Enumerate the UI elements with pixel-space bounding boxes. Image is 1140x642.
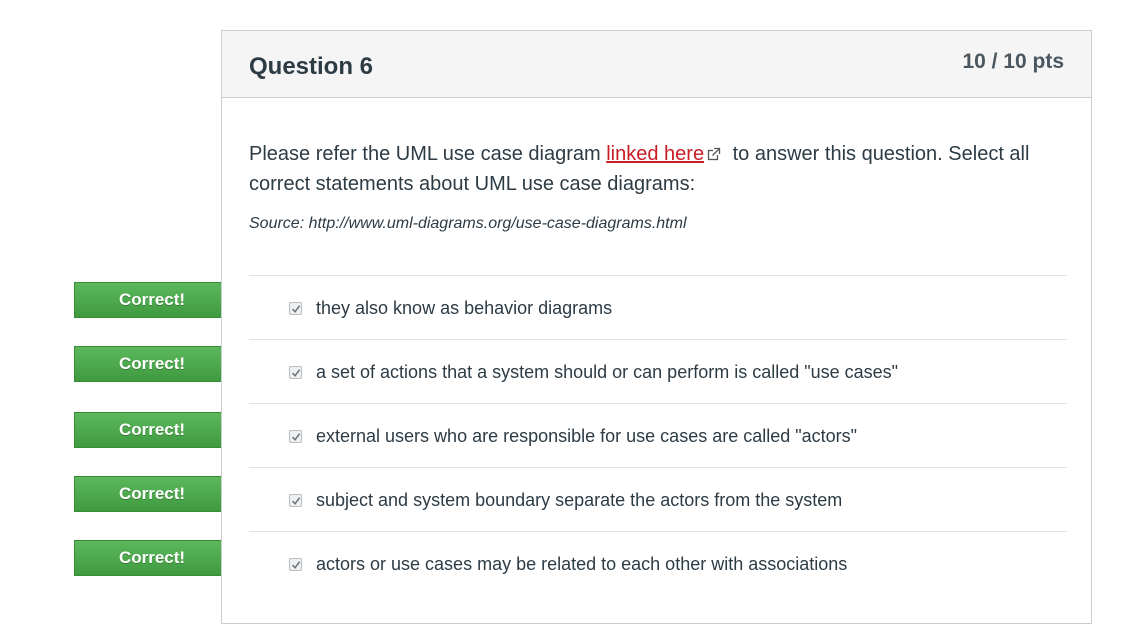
correct-answer-flag: Correct! <box>74 476 242 512</box>
correct-answer-flag: Correct! <box>74 540 242 576</box>
question-body: Please refer the UML use case diagram li… <box>249 139 1067 233</box>
answer-checkbox[interactable] <box>289 302 302 315</box>
question-source: Source: http://www.uml-diagrams.org/use-… <box>249 215 687 232</box>
answer-checkbox[interactable] <box>289 558 302 571</box>
question-card: Question 6 10 / 10 pts Please refer the … <box>221 30 1092 624</box>
correct-flag-label: Correct! <box>118 484 186 503</box>
correct-flag-label: Correct! <box>118 290 186 309</box>
answer-option: subject and system boundary separate the… <box>249 468 1067 532</box>
answer-list: they also know as behavior diagrams a se… <box>249 275 1067 596</box>
answer-checkbox[interactable] <box>289 494 302 507</box>
question-text: Please refer the UML use case diagram li… <box>249 139 1067 199</box>
answer-checkbox[interactable] <box>289 366 302 379</box>
answer-text: subject and system boundary separate the… <box>316 490 843 510</box>
checkmark-icon <box>291 497 301 505</box>
correct-flag-label: Correct! <box>118 548 186 567</box>
answer-option: a set of actions that a system should or… <box>249 340 1067 404</box>
answer-text: external users who are responsible for u… <box>316 426 858 446</box>
checkmark-icon <box>291 369 301 377</box>
correct-answer-flag: Correct! <box>74 282 242 318</box>
correct-flag-label: Correct! <box>118 354 186 373</box>
diagram-link[interactable]: linked here <box>606 143 704 165</box>
question-text-before-link: Please refer the UML use case diagram <box>249 143 607 165</box>
checkmark-icon <box>291 433 301 441</box>
correct-flag-label: Correct! <box>118 420 186 439</box>
question-title: Question 6 <box>249 53 374 80</box>
answer-option: external users who are responsible for u… <box>249 404 1067 468</box>
answer-checkbox[interactable] <box>289 430 302 443</box>
checkmark-icon <box>291 561 301 569</box>
answer-text: actors or use cases may be related to ea… <box>316 554 848 574</box>
question-points: 10 / 10 pts <box>962 50 1064 73</box>
correct-answer-flag: Correct! <box>74 346 242 382</box>
answer-text: a set of actions that a system should or… <box>316 362 899 382</box>
question-header: Question 6 10 / 10 pts <box>222 31 1091 98</box>
answer-option: actors or use cases may be related to ea… <box>249 532 1067 596</box>
answer-text: they also know as behavior diagrams <box>316 298 613 318</box>
checkmark-icon <box>291 305 301 313</box>
answer-option: they also know as behavior diagrams <box>249 276 1067 340</box>
external-link-icon[interactable] <box>707 140 722 161</box>
quiz-page: Correct! Correct! Correct! Correct! Corr… <box>0 0 1140 642</box>
correct-answer-flag: Correct! <box>74 412 242 448</box>
